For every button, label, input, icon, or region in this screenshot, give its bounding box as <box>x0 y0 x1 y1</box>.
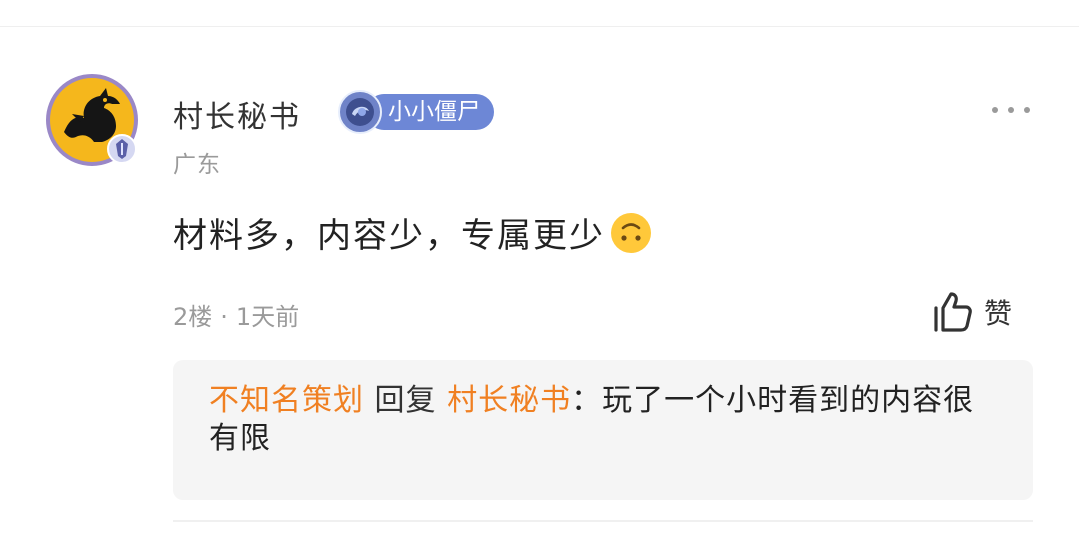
floor-number: 2楼 <box>173 303 213 331</box>
reply-line: 不知名策划 回复 村长秘书：玩了一个小时看到的内容很有限 <box>209 382 999 458</box>
level-badge-icon <box>338 90 382 134</box>
title-badge-label: 小小僵尸 <box>366 94 494 130</box>
level-badge-icon <box>107 134 137 164</box>
more-icon[interactable] <box>990 104 1034 116</box>
reply-colon: ： <box>571 383 603 418</box>
timestamp: 1天前 <box>235 303 300 331</box>
comment-meta: 2楼 · 1天前 <box>173 297 299 332</box>
comment-content: 材料多，内容少，专属更少 <box>173 208 653 257</box>
reply-verb: 回复 <box>374 383 437 418</box>
thumbs-up-icon <box>934 292 972 332</box>
reply-to-user[interactable]: 村长秘书 <box>447 383 571 418</box>
bottom-divider <box>173 520 1033 522</box>
reply-box[interactable]: 不知名策划 回复 村长秘书：玩了一个小时看到的内容很有限 <box>173 360 1033 500</box>
title-badge[interactable]: 小小僵尸 <box>338 90 494 134</box>
like-label: 赞 <box>984 297 1013 330</box>
location: 广东 <box>173 152 221 178</box>
username[interactable]: 村长秘书 <box>173 92 301 136</box>
reply-from-user[interactable]: 不知名策划 <box>209 383 364 418</box>
like-button[interactable]: 赞 <box>930 290 1012 334</box>
emoji-icon <box>611 212 651 253</box>
top-divider <box>0 26 1079 27</box>
comment-text: 材料多，内容少，专属更少 <box>173 216 605 256</box>
meta-separator: · <box>220 303 228 331</box>
